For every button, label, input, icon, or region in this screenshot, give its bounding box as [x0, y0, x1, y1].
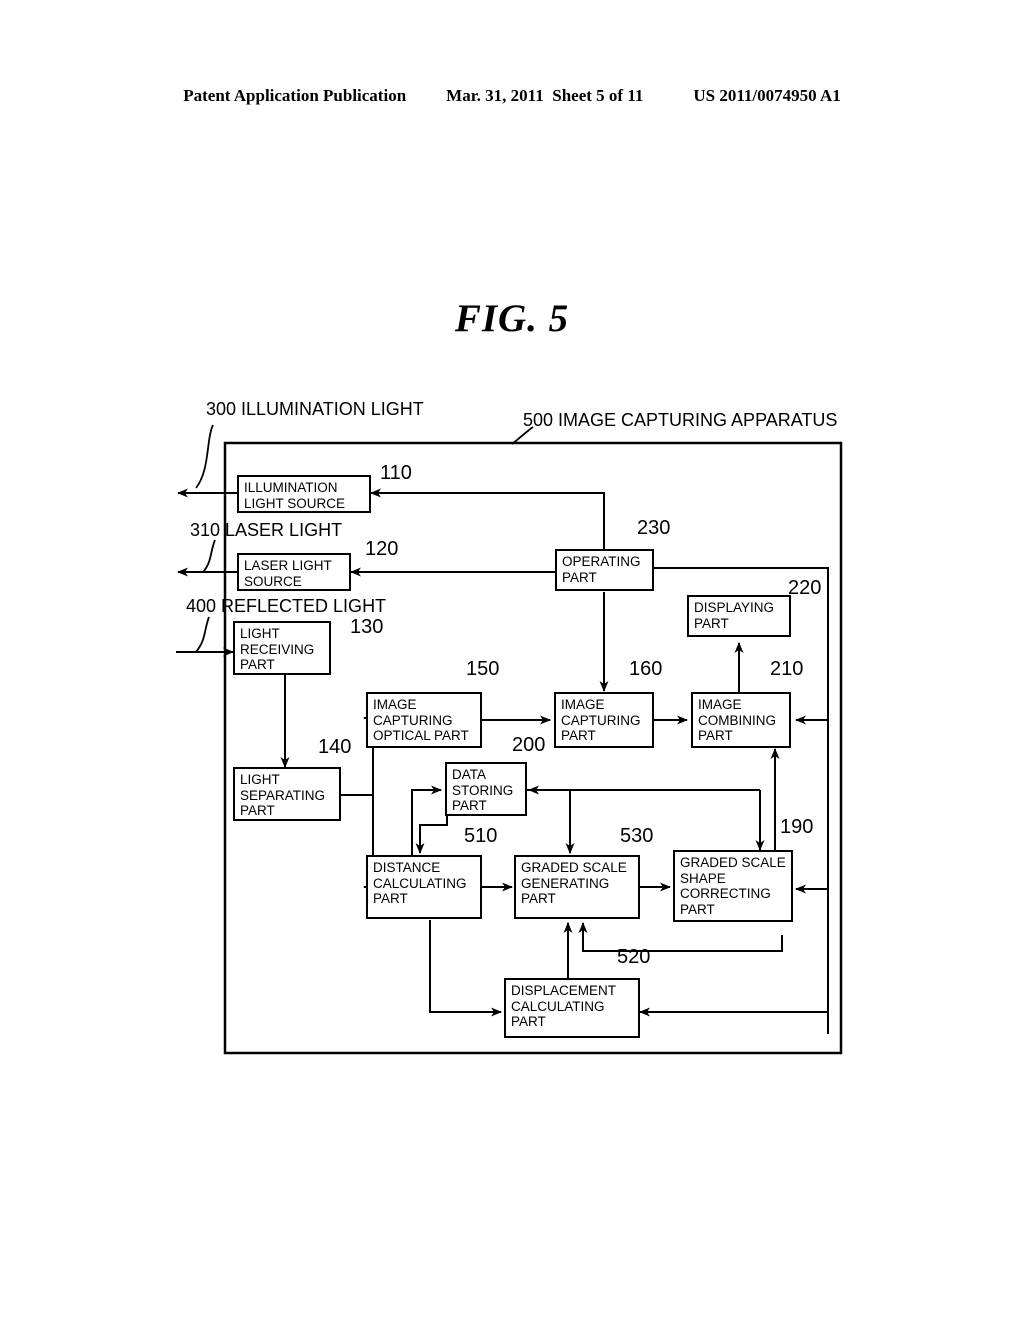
block-light-separating-part[interactable]: LIGHT SEPARATING PART [233, 767, 341, 821]
block-line: PART [373, 891, 408, 906]
ref-number-130: 130 [350, 616, 384, 638]
ref-number-110: 110 [380, 462, 412, 484]
ref-number-160: 160 [629, 658, 663, 680]
block-line: PART [561, 728, 596, 743]
block-line: PART [562, 569, 597, 585]
ref-number-220: 220 [788, 577, 822, 599]
block-line: DATA [452, 767, 487, 782]
block-line: IMAGE [561, 697, 605, 712]
block-illumination-light-source[interactable]: ILLUMINATION LIGHT SOURCE [237, 475, 371, 513]
block-line: CORRECTING [680, 886, 771, 901]
ref-number-120: 120 [365, 538, 399, 560]
ref-number-150: 150 [466, 658, 500, 680]
block-line: DISTANCE [373, 860, 441, 875]
ref-number-520: 520 [617, 946, 651, 968]
block-line: LASER LIGHT [244, 558, 332, 573]
block-line: DISPLACEMENT [511, 983, 617, 998]
block-line: PART [240, 657, 275, 672]
block-image-capturing-optical-part[interactable]: IMAGE CAPTURING OPTICAL PART [366, 692, 482, 748]
block-line: SOURCE [244, 573, 302, 589]
block-operating-part[interactable]: OPERATING PART [555, 549, 654, 591]
block-diagram: 300 ILLUMINATION LIGHT 310 LASER LIGHT 4… [0, 0, 1024, 1320]
block-line: COMBINING [698, 712, 777, 728]
ref-number-190: 190 [780, 816, 814, 838]
ref-number-510: 510 [464, 825, 498, 847]
block-image-combining-part[interactable]: IMAGE COMBINING PART [691, 692, 791, 748]
block-line: CALCULATING [373, 875, 467, 891]
block-line: SHAPE [680, 870, 726, 886]
block-line: OPTICAL PART [373, 728, 469, 743]
block-displaying-part[interactable]: DISPLAYING PART [687, 595, 791, 637]
block-line: PART [698, 728, 733, 743]
block-line: STORING [452, 782, 514, 798]
external-label-laser-light: 310 LASER LIGHT [190, 520, 343, 540]
external-label-illumination-light: 300 ILLUMINATION LIGHT [206, 399, 424, 419]
block-line: CAPTURING [373, 712, 453, 728]
block-line: PART [452, 798, 487, 813]
block-line: ILLUMINATION [244, 480, 338, 495]
block-line: PART [694, 615, 729, 631]
block-displacement-calculating-part[interactable]: DISPLACEMENT CALCULATING PART [504, 978, 640, 1038]
block-line: LIGHT [240, 772, 280, 787]
connector-layer [176, 424, 843, 1055]
block-line: GENERATING [521, 875, 610, 891]
block-line: CAPTURING [561, 712, 641, 728]
block-line: SEPARATING [240, 787, 326, 803]
ref-number-530: 530 [620, 825, 654, 847]
external-label-image-capturing-apparatus: 500 IMAGE CAPTURING APPARATUS [523, 410, 838, 430]
ref-number-140: 140 [318, 736, 352, 758]
block-line: IMAGE [698, 697, 742, 712]
ref-number-200: 200 [512, 734, 546, 756]
block-graded-scale-shape-correcting-part[interactable]: GRADED SCALE SHAPE CORRECTING PART [673, 850, 793, 922]
block-line: IMAGE [373, 697, 417, 712]
block-line: PART [521, 891, 556, 906]
block-distance-calculating-part[interactable]: DISTANCE CALCULATING PART [366, 855, 482, 919]
block-laser-light-source[interactable]: LASER LIGHT SOURCE [237, 553, 351, 591]
block-image-capturing-part[interactable]: IMAGE CAPTURING PART [554, 692, 654, 748]
ref-number-230: 230 [637, 517, 671, 539]
block-line: OPERATING [562, 554, 641, 569]
block-line: LIGHT SOURCE [244, 495, 346, 511]
block-line: PART [680, 901, 715, 917]
block-light-receiving-part[interactable]: LIGHT RECEIVING PART [233, 621, 331, 675]
block-line: GRADED SCALE [521, 860, 627, 875]
block-line: RECEIVING [240, 641, 315, 657]
block-line: LIGHT [240, 626, 280, 641]
external-label-reflected-light: 400 REFLECTED LIGHT [186, 596, 387, 616]
block-graded-scale-generating-part[interactable]: GRADED SCALE GENERATING PART [514, 855, 640, 919]
block-line: CALCULATING [511, 998, 605, 1014]
block-line: DISPLAYING [694, 600, 775, 615]
ref-number-210: 210 [770, 658, 804, 680]
block-line: PART [511, 1014, 546, 1029]
block-line: PART [240, 803, 275, 818]
block-data-storing-part[interactable]: DATA STORING PART [445, 762, 527, 816]
block-line: GRADED SCALE [680, 855, 786, 870]
